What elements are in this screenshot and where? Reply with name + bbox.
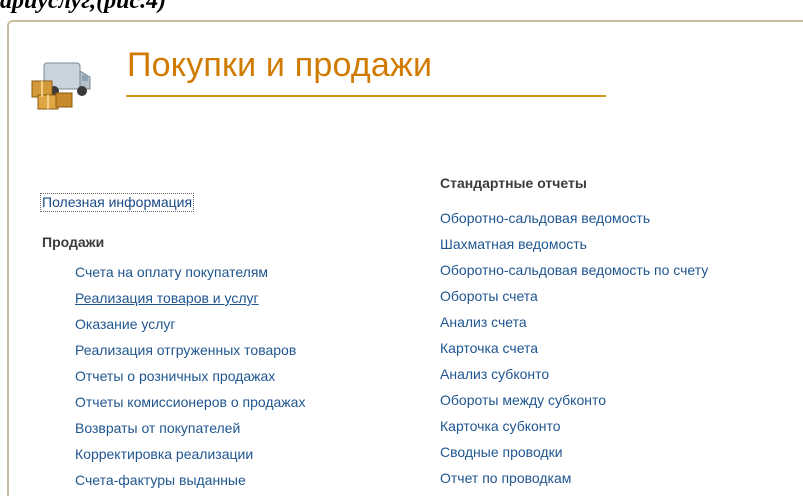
report-link[interactable]: Шахматная ведомость bbox=[440, 236, 708, 262]
sales-link[interactable]: Возвраты от покупателей bbox=[75, 420, 305, 446]
standard-reports-heading: Стандартные отчеты bbox=[440, 175, 587, 191]
report-link[interactable]: Анализ субконто bbox=[440, 366, 708, 392]
sales-heading: Продажи bbox=[42, 234, 105, 250]
report-link[interactable]: Анализ счета bbox=[440, 314, 708, 340]
report-link[interactable]: Карточка субконто bbox=[440, 418, 708, 444]
report-link[interactable]: Оборотно-сальдовая ведомость по счету bbox=[440, 262, 708, 288]
report-link[interactable]: Отчет по проводкам bbox=[440, 470, 708, 496]
report-link[interactable]: Обороты между субконто bbox=[440, 392, 708, 418]
sales-link[interactable]: Счета на оплату покупателям bbox=[75, 264, 305, 290]
report-links-list: Оборотно-сальдовая ведомость Шахматная в… bbox=[440, 210, 708, 496]
screenshot-page: ариуслуг,(рис.4) Покупки и продажи Полез… bbox=[0, 0, 803, 496]
delivery-truck-boxes-icon bbox=[31, 62, 91, 110]
sales-link[interactable]: Корректировка реализации bbox=[75, 446, 305, 472]
sales-link[interactable]: Реализация отгруженных товаров bbox=[75, 342, 305, 368]
document-text-fragment: ариуслуг,(рис.4) bbox=[0, 0, 167, 14]
sales-link[interactable]: Реализация товаров и услуг bbox=[75, 290, 305, 316]
report-link[interactable]: Сводные проводки bbox=[440, 444, 708, 470]
report-link[interactable]: Карточка счета bbox=[440, 340, 708, 366]
sales-link[interactable]: Счета-фактуры выданные bbox=[75, 472, 305, 496]
report-link[interactable]: Обороты счета bbox=[440, 288, 708, 314]
useful-info-link[interactable]: Полезная информация bbox=[40, 193, 195, 212]
panel-title: Покупки и продажи bbox=[127, 46, 433, 84]
title-underline bbox=[126, 95, 606, 97]
report-link[interactable]: Оборотно-сальдовая ведомость bbox=[440, 210, 708, 236]
sales-link[interactable]: Отчеты о розничных продажах bbox=[75, 368, 305, 394]
sales-links-list: Счета на оплату покупателям Реализация т… bbox=[75, 264, 305, 496]
sales-link[interactable]: Отчеты комиссионеров о продажах bbox=[75, 394, 305, 420]
sales-link[interactable]: Оказание услуг bbox=[75, 316, 305, 342]
